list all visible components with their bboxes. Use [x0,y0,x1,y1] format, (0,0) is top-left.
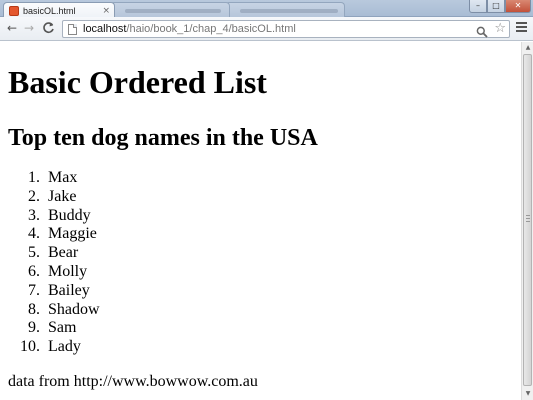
page-icon [68,24,77,35]
reload-icon[interactable] [41,21,55,35]
page-viewport: Basic Ordered List Top ten dog names in … [0,42,521,400]
vertical-scrollbar[interactable]: ▲ ▼ [521,42,533,400]
list-number: 10. [20,338,40,356]
zoom-icon[interactable] [476,23,488,38]
list-item: 7. Bailey [8,282,208,301]
forward-arrow-icon[interactable]: → [22,21,36,35]
list-item: 3. Buddy [8,207,208,226]
menu-bar-line [516,26,527,28]
menu-bar-line [516,22,527,24]
back-arrow-icon[interactable]: ← [5,21,19,35]
tab-close-icon[interactable]: × [102,6,110,16]
list-number: 6. [28,262,40,280]
tab-title: basicOL.html [23,5,76,16]
dog-name: Sam [48,319,77,337]
scroll-up-arrow-icon[interactable]: ▲ [523,43,533,53]
magnifier-svg [476,26,488,38]
list-number: 8. [28,300,40,318]
active-tab[interactable]: basicOL.html × [3,2,115,18]
window-controls: – □ ✕ [469,0,531,13]
list-item: 2. Jake [8,188,208,207]
dog-name: Buddy [48,206,91,224]
browser-toolbar: ← → localhost/haio/book_1/chap_4/basicOL… [0,17,533,41]
url-text[interactable]: localhost/haio/book_1/chap_4/basicOL.htm… [83,23,296,36]
dog-name-list: 1. Max 2. Jake 3. Buddy 4. Maggie 5. Bear 6. M… [8,169,208,357]
list-number: 3. [28,206,40,224]
scroll-grip-icon [526,215,530,222]
html-file-icon [9,5,19,16]
dog-name: Jake [48,187,77,205]
list-item: 1. Max [8,169,208,188]
background-tab-2[interactable] [225,2,345,17]
list-item: 6. Molly [8,263,208,282]
dog-name: Lady [48,338,81,356]
background-tab-1[interactable] [110,2,230,17]
blurred-tab-title [125,9,221,13]
list-item: 5. Bear [8,244,208,263]
page-title: Basic Ordered List [8,64,267,100]
maximize-button[interactable]: □ [487,0,505,13]
scroll-down-arrow-icon[interactable]: ▼ [523,389,533,399]
list-number: 7. [28,281,40,299]
list-item: 10. Lady [8,338,208,357]
list-number: 4. [28,225,40,243]
list-item: 4. Maggie [8,225,208,244]
list-item: 9. Sam [8,319,208,338]
scroll-thumb[interactable] [523,54,532,386]
menu-bar-line [516,30,527,32]
page-subtitle: Top ten dog names in the USA [8,125,318,151]
list-number: 2. [28,187,40,205]
url-host: localhost [83,23,127,35]
list-number: 1. [28,169,40,186]
dog-name: Bear [48,244,79,262]
list-number: 5. [28,244,40,262]
address-bar[interactable]: localhost/haio/book_1/chap_4/basicOL.htm… [62,20,510,38]
dog-name: Maggie [48,225,97,243]
close-window-button[interactable]: ✕ [505,0,531,13]
reload-arrow-svg [42,22,54,34]
dog-name: Shadow [48,300,100,318]
dog-name: Max [48,169,78,186]
list-item: 8. Shadow [8,301,208,320]
bookmark-star-icon[interactable]: ☆ [494,21,506,37]
dog-name: Bailey [48,281,90,299]
url-path: /haio/book_1/chap_4/basicOL.html [126,23,296,35]
minimize-button[interactable]: – [469,0,487,13]
dog-name: Molly [48,262,88,280]
blurred-tab-title [240,9,338,13]
tab-strip: basicOL.html × – □ ✕ [0,0,533,18]
menu-icon[interactable] [516,22,527,33]
source-note: data from http://www.bowwow.com.au [8,373,258,390]
list-number: 9. [28,319,40,337]
